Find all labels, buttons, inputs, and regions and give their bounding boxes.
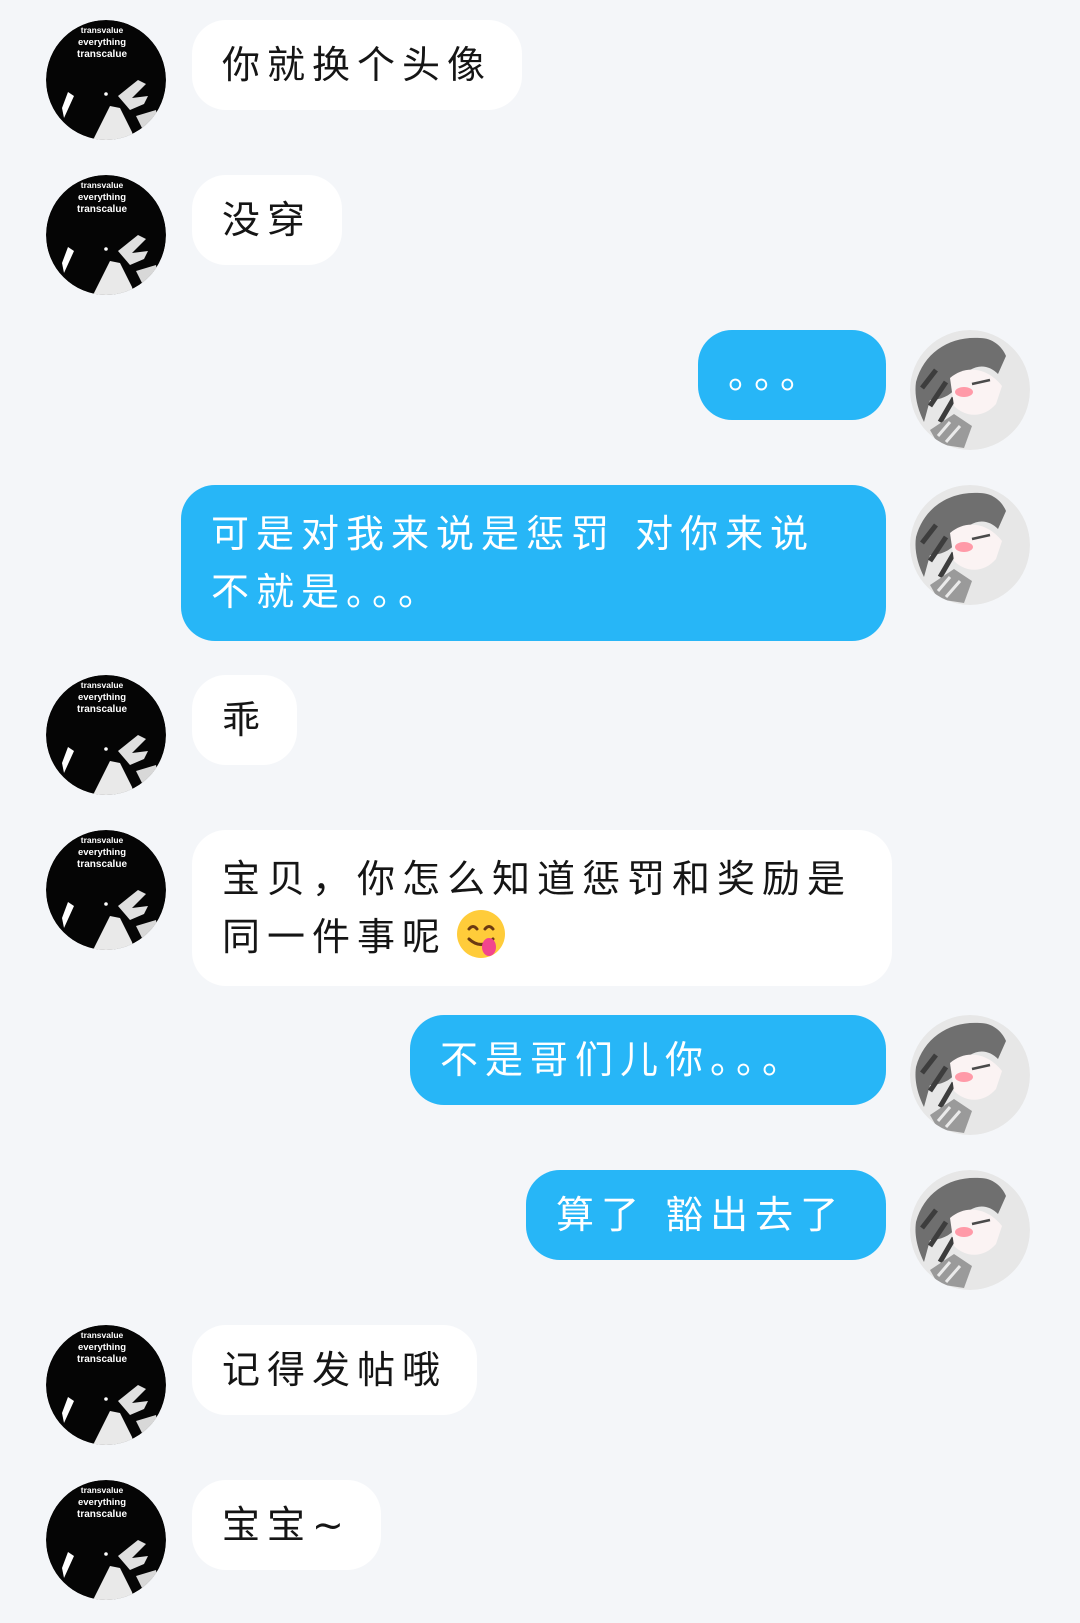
message-bubble-incoming[interactable]: 宝贝，你怎么知道惩罚和奖励是同一件事呢 (192, 830, 892, 986)
message-bubble-outgoing[interactable]: 。。。 (698, 330, 886, 420)
self-avatar[interactable] (910, 1170, 1030, 1290)
avatar-text-1: transvalue (81, 1485, 124, 1495)
self-avatar[interactable] (910, 1015, 1030, 1135)
message-row: 。。。 (0, 330, 1080, 450)
contact-avatar[interactable]: transvalue everything transcalue (46, 175, 166, 295)
avatar-text-3: transcalue (77, 204, 127, 215)
avatar-text-1: transvalue (81, 680, 124, 690)
message-bubble-incoming[interactable]: 乖 (192, 675, 298, 765)
contact-avatar[interactable]: transvalue everything transcalue (46, 20, 166, 140)
yummy-face-emoji-icon (455, 908, 507, 960)
avatar-text-3: transcalue (77, 859, 127, 870)
message-bubble-incoming[interactable]: 没穿 (192, 175, 343, 265)
message-row: transvalue everything transcalue 你就换个头像 (0, 20, 1080, 140)
avatar-text-3: transcalue (77, 1354, 127, 1365)
message-bubble-outgoing[interactable]: 算了 豁出去了 (526, 1170, 886, 1260)
avatar-text-1: transvalue (81, 25, 124, 35)
message-row: transvalue everything transcalue 记得发帖哦 (0, 1325, 1080, 1445)
message-bubble-outgoing[interactable]: 不是哥们儿你。。。 (410, 1015, 886, 1105)
message-row: 算了 豁出去了 (0, 1170, 1080, 1290)
avatar-text-3: transcalue (77, 704, 127, 715)
self-avatar[interactable] (910, 330, 1030, 450)
message-bubble-incoming[interactable]: 记得发帖哦 (192, 1325, 478, 1415)
message-row: transvalue everything transcalue 宝宝~ (0, 1480, 1080, 1600)
message-row: transvalue everything transcalue 没穿 (0, 175, 1080, 295)
contact-avatar[interactable]: transvalue everything transcalue (46, 1480, 166, 1600)
contact-avatar[interactable]: transvalue everything transcalue (46, 830, 166, 950)
message-row: transvalue everything transcalue 宝贝，你怎么知… (0, 830, 1080, 986)
avatar-text-2: everything (78, 847, 126, 858)
message-row: transvalue everything transcalue 乖 (0, 675, 1080, 795)
avatar-text-1: transvalue (81, 1330, 124, 1340)
avatar-text-1: transvalue (81, 835, 124, 845)
message-bubble-outgoing[interactable]: 可是对我来说是惩罚 对你来说不就是。。。 (181, 485, 886, 641)
avatar-text-2: everything (78, 1497, 126, 1508)
chat-thread: transvalue everything transcalue 你就换个头像 … (0, 0, 1080, 1623)
avatar-text-2: everything (78, 192, 126, 203)
self-avatar[interactable] (910, 485, 1030, 605)
avatar-text-3: transcalue (77, 49, 127, 60)
message-bubble-incoming[interactable]: 宝宝~ (192, 1480, 381, 1570)
avatar-text-1: transvalue (81, 180, 124, 190)
message-row: 不是哥们儿你。。。 (0, 1015, 1080, 1135)
contact-avatar[interactable]: transvalue everything transcalue (46, 1325, 166, 1445)
message-row: 可是对我来说是惩罚 对你来说不就是。。。 (0, 485, 1080, 641)
message-bubble-incoming[interactable]: 你就换个头像 (192, 20, 523, 110)
avatar-text-2: everything (78, 1342, 126, 1353)
avatar-text-2: everything (78, 37, 126, 48)
avatar-text-2: everything (78, 692, 126, 703)
message-text: 宝贝，你怎么知道惩罚和奖励是同一件事呢 (222, 857, 853, 959)
contact-avatar[interactable]: transvalue everything transcalue (46, 675, 166, 795)
avatar-text-3: transcalue (77, 1509, 127, 1520)
